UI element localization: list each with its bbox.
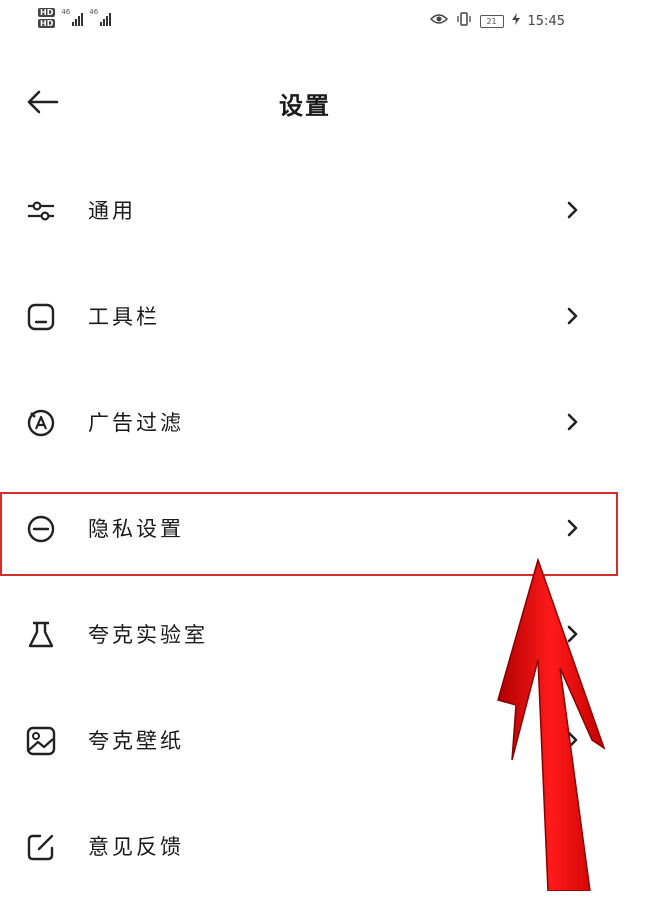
chevron-right-icon [567,201,578,219]
ad-block-icon [24,406,58,440]
menu-item-quark-lab[interactable]: 夸克实验室 [0,584,650,690]
menu-item-label: 通用 [88,199,136,223]
menu-item-label: 夸克实验室 [88,623,208,647]
charging-icon [511,13,520,29]
menu-item-quark-wallpaper[interactable]: 夸克壁纸 [0,690,650,796]
menu-item-label: 工具栏 [88,305,160,329]
chevron-right-icon [567,519,578,537]
header: 设置 [0,70,650,130]
chevron-right-icon [567,731,578,749]
chevron-right-icon [567,307,578,325]
wallpaper-icon [24,724,58,758]
menu-item-general[interactable]: 通用 [0,160,650,266]
menu-item-label: 广告过滤 [88,411,184,435]
menu-item-privacy-settings[interactable]: 隐私设置 [0,478,650,584]
menu-item-feedback[interactable]: 意见反馈 [0,796,650,902]
signal-icon: 46 [89,8,112,26]
signal-label: 46 [89,8,99,16]
menu-item-label: 夸克壁纸 [88,729,184,753]
chevron-right-icon [567,413,578,431]
hd-badge: HD [38,8,56,17]
page-title: 设置 [279,92,331,120]
sliders-icon [24,194,58,228]
status-left: HD HD 46 46 [38,8,112,28]
status-right: 21 15:45 [429,12,565,30]
menu-item-label: 隐私设置 [88,517,184,541]
privacy-face-icon [24,512,58,546]
status-bar: HD HD 46 46 21 15:45 [0,0,650,50]
toolbar-icon [24,300,58,334]
signal-icon: 46 [61,8,84,26]
menu-item-label: 意见反馈 [88,835,184,859]
menu-item-toolbar[interactable]: 工具栏 [0,266,650,372]
flask-icon [24,618,58,652]
eye-comfort-icon [429,13,448,29]
battery-icon: 21 [479,14,504,28]
chevron-right-icon [567,625,578,643]
feedback-edit-icon [24,830,58,864]
chevron-right-icon [567,837,578,855]
vibrate-icon [456,12,472,30]
menu-item-ad-filter[interactable]: 广告过滤 [0,372,650,478]
hd-badge: HD [38,19,56,28]
signal-label: 46 [61,8,71,16]
hd-badges: HD HD [38,8,56,28]
settings-menu: 通用 工具栏 广告过滤 隐私设置 夸克实验室 夸克壁纸 意见反馈 [0,160,650,902]
status-time: 15:45 [527,13,565,29]
